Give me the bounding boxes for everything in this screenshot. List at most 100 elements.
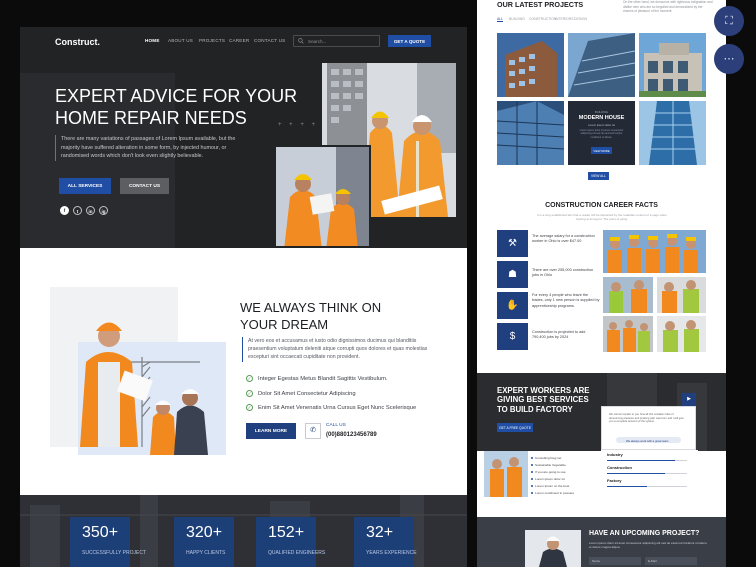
bar-label: Industry <box>607 452 623 457</box>
nav-career[interactable]: CAREER <box>229 38 249 43</box>
list-item: Lorem Ipsum on the best <box>530 484 570 488</box>
more-icon[interactable]: ⋯ <box>714 44 744 74</box>
expand-icon[interactable]: ⛶ <box>714 6 744 36</box>
hero-text: There are many variations of passages of… <box>55 135 250 161</box>
project-card[interactable] <box>639 33 706 97</box>
twitter-icon[interactable]: t <box>73 206 82 215</box>
progress-card: Industry Construction Factory <box>601 450 698 496</box>
stats-section: 350+ SUCCESSFULLY PROJECT 320+ HAPPY CLIEN… <box>20 495 467 567</box>
featured-label: BUILDING <box>594 110 609 114</box>
workers-info-card: We cannot explain to you how all this mi… <box>601 406 696 450</box>
featured-title: MODERN HOUSE <box>578 115 625 121</box>
check-icon: ✓ <box>246 404 253 411</box>
play-icon[interactable]: ▶ <box>682 393 696 406</box>
phone-icon[interactable]: ✆ <box>305 423 321 439</box>
dream-text: At vero eos et accusamus et iusto odio d… <box>242 337 437 362</box>
progress-bar <box>607 460 687 461</box>
contact-us-button[interactable]: CONTACT US <box>120 178 169 194</box>
hero-photo-workers <box>274 145 371 248</box>
nav-contact[interactable]: CONTACT US <box>254 38 285 43</box>
upcoming-title: HAVE AN UPCOMING PROJECT? <box>589 530 700 537</box>
list-item: Lorem ipsum dolor sit <box>531 477 565 481</box>
filter-interiors[interactable]: INTERIORS <box>555 17 573 21</box>
handshake-icon: ✋ <box>497 292 528 319</box>
filter-construction[interactable]: CONSTRUCTION <box>529 17 556 21</box>
stat-clients: 320+ HAPPY CLIENTS <box>174 517 234 567</box>
stat-engineers: 152+ QUALIFIED ENGINEERS <box>256 517 325 567</box>
dream-title: WE ALWAYS THINK ON YOUR DREAM <box>240 300 382 332</box>
fact-item: Construction is projected to add 790,400… <box>532 330 586 340</box>
filter-all[interactable]: ALL <box>497 17 504 22</box>
about-section: WE ALWAYS THINK ON YOUR DREAM At vero eo… <box>20 248 467 495</box>
upcoming-photo-worker <box>525 530 581 567</box>
list-item: Lorem condiment in posuere <box>530 491 575 495</box>
search-input[interactable]: Search... <box>293 35 380 47</box>
upcoming-subtitle: Lorem ipsum dolor sit amet consectetur a… <box>589 541 707 549</box>
list-item: Consulting blog set <box>530 456 562 460</box>
free-quote-button[interactable]: GET A FREE QUOTE <box>497 423 533 432</box>
nav-projects[interactable]: PROJECTS <box>199 38 225 43</box>
workers-section: EXPERT WORKERS ARE GIVING BEST SERVICES … <box>477 373 726 518</box>
search-icon <box>298 38 304 44</box>
get-quote-button[interactable]: GET A QUOTE <box>388 35 431 47</box>
all-services-button[interactable]: ALL SERVICES <box>59 178 111 194</box>
linkedin-icon[interactable]: in <box>86 206 95 215</box>
upcoming-project-section: HAVE AN UPCOMING PROJECT? Lorem ipsum do… <box>477 517 726 567</box>
decorative-plus-icons: + + + + <box>278 122 319 128</box>
about-photo-engineer <box>50 287 226 455</box>
check-icon: ✓ <box>246 375 253 382</box>
nav-home[interactable]: HOME <box>145 38 160 43</box>
call-us-label: CALL US <box>326 423 346 428</box>
list-item: If you are going to use <box>531 470 566 474</box>
facts-photo <box>603 277 653 313</box>
hero-section: Construct. HOME ABOUT US PROJECTS CAREER… <box>20 27 467 248</box>
facts-photo <box>657 277 706 313</box>
bar-label: Construction <box>607 465 632 470</box>
search-placeholder: Search... <box>308 39 327 44</box>
facts-subtitle: It is a long established fact that a rea… <box>537 213 667 222</box>
facts-photo <box>657 316 706 352</box>
workers-card-text: We cannot explain to you how all this mi… <box>609 413 684 424</box>
check-icon: ✓ <box>246 390 253 397</box>
project-card[interactable] <box>568 33 635 97</box>
progress-bar <box>607 486 687 487</box>
phone-number[interactable]: (00)880123456789 <box>326 432 377 438</box>
project-card[interactable] <box>639 101 706 165</box>
workers-title: EXPERT WORKERS ARE GIVING BEST SERVICES … <box>497 386 590 414</box>
project-card[interactable] <box>497 101 564 165</box>
progress-bar <box>607 473 687 474</box>
floating-actions: ⛶ ⋯ <box>711 0 756 80</box>
name-field[interactable]: Name <box>589 557 641 565</box>
featured-text: Lorem ipsum dolor sit amet consectetur a… <box>579 129 624 139</box>
featured-subtitle: Lorem ipsum dolor sit <box>588 123 615 127</box>
facts-photo <box>603 316 653 352</box>
view-more-button[interactable]: VIEW MORE <box>591 147 612 154</box>
instagram-icon[interactable]: ig <box>99 206 108 215</box>
hero-title: EXPERT ADVICE FOR YOUR HOME REPAIR NEEDS <box>55 86 298 128</box>
site-logo[interactable]: Construct. <box>55 37 100 47</box>
nav-about[interactable]: ABOUT US <box>168 38 193 43</box>
landing-page-main: Construct. HOME ABOUT US PROJECTS CAREER… <box>20 27 467 567</box>
filter-building[interactable]: BUILDING <box>509 17 525 21</box>
projects-subtitle: On the other hand, we denounce with righ… <box>623 0 713 13</box>
fact-item: The average salary for a construction wo… <box>532 234 595 244</box>
facebook-icon[interactable]: f <box>60 206 69 215</box>
learn-more-button[interactable]: LEARN MORE <box>246 423 296 439</box>
email-field[interactable]: E-Mail <box>645 557 697 565</box>
project-card-featured[interactable]: BUILDING MODERN HOUSE Lorem ipsum dolor … <box>568 101 635 165</box>
projects-title: OUR LATEST PROJECTS <box>497 0 584 9</box>
fact-item: There are over 255,000 construction jobs… <box>532 268 594 278</box>
dollar-icon: $ <box>497 323 528 350</box>
filter-design[interactable]: DESIGN <box>574 17 587 21</box>
bar-label: Factory <box>607 478 622 483</box>
team-pill: We always work with a great team <box>616 437 681 443</box>
landing-page-secondary: OUR LATEST PROJECTS On the other hand, w… <box>477 0 726 567</box>
facts-title: CONSTRUCTION CAREER FACTS <box>545 202 658 209</box>
project-card[interactable] <box>497 33 564 97</box>
fact-item: For every 4 people who leave the trades,… <box>532 293 600 308</box>
workers-photo <box>484 451 528 497</box>
facts-photo-team <box>603 230 706 273</box>
jobs-icon: ☗ <box>497 261 528 288</box>
view-all-button[interactable]: VIEW ALL <box>588 172 609 180</box>
list-item: Sustainable Vegetable <box>531 463 566 467</box>
